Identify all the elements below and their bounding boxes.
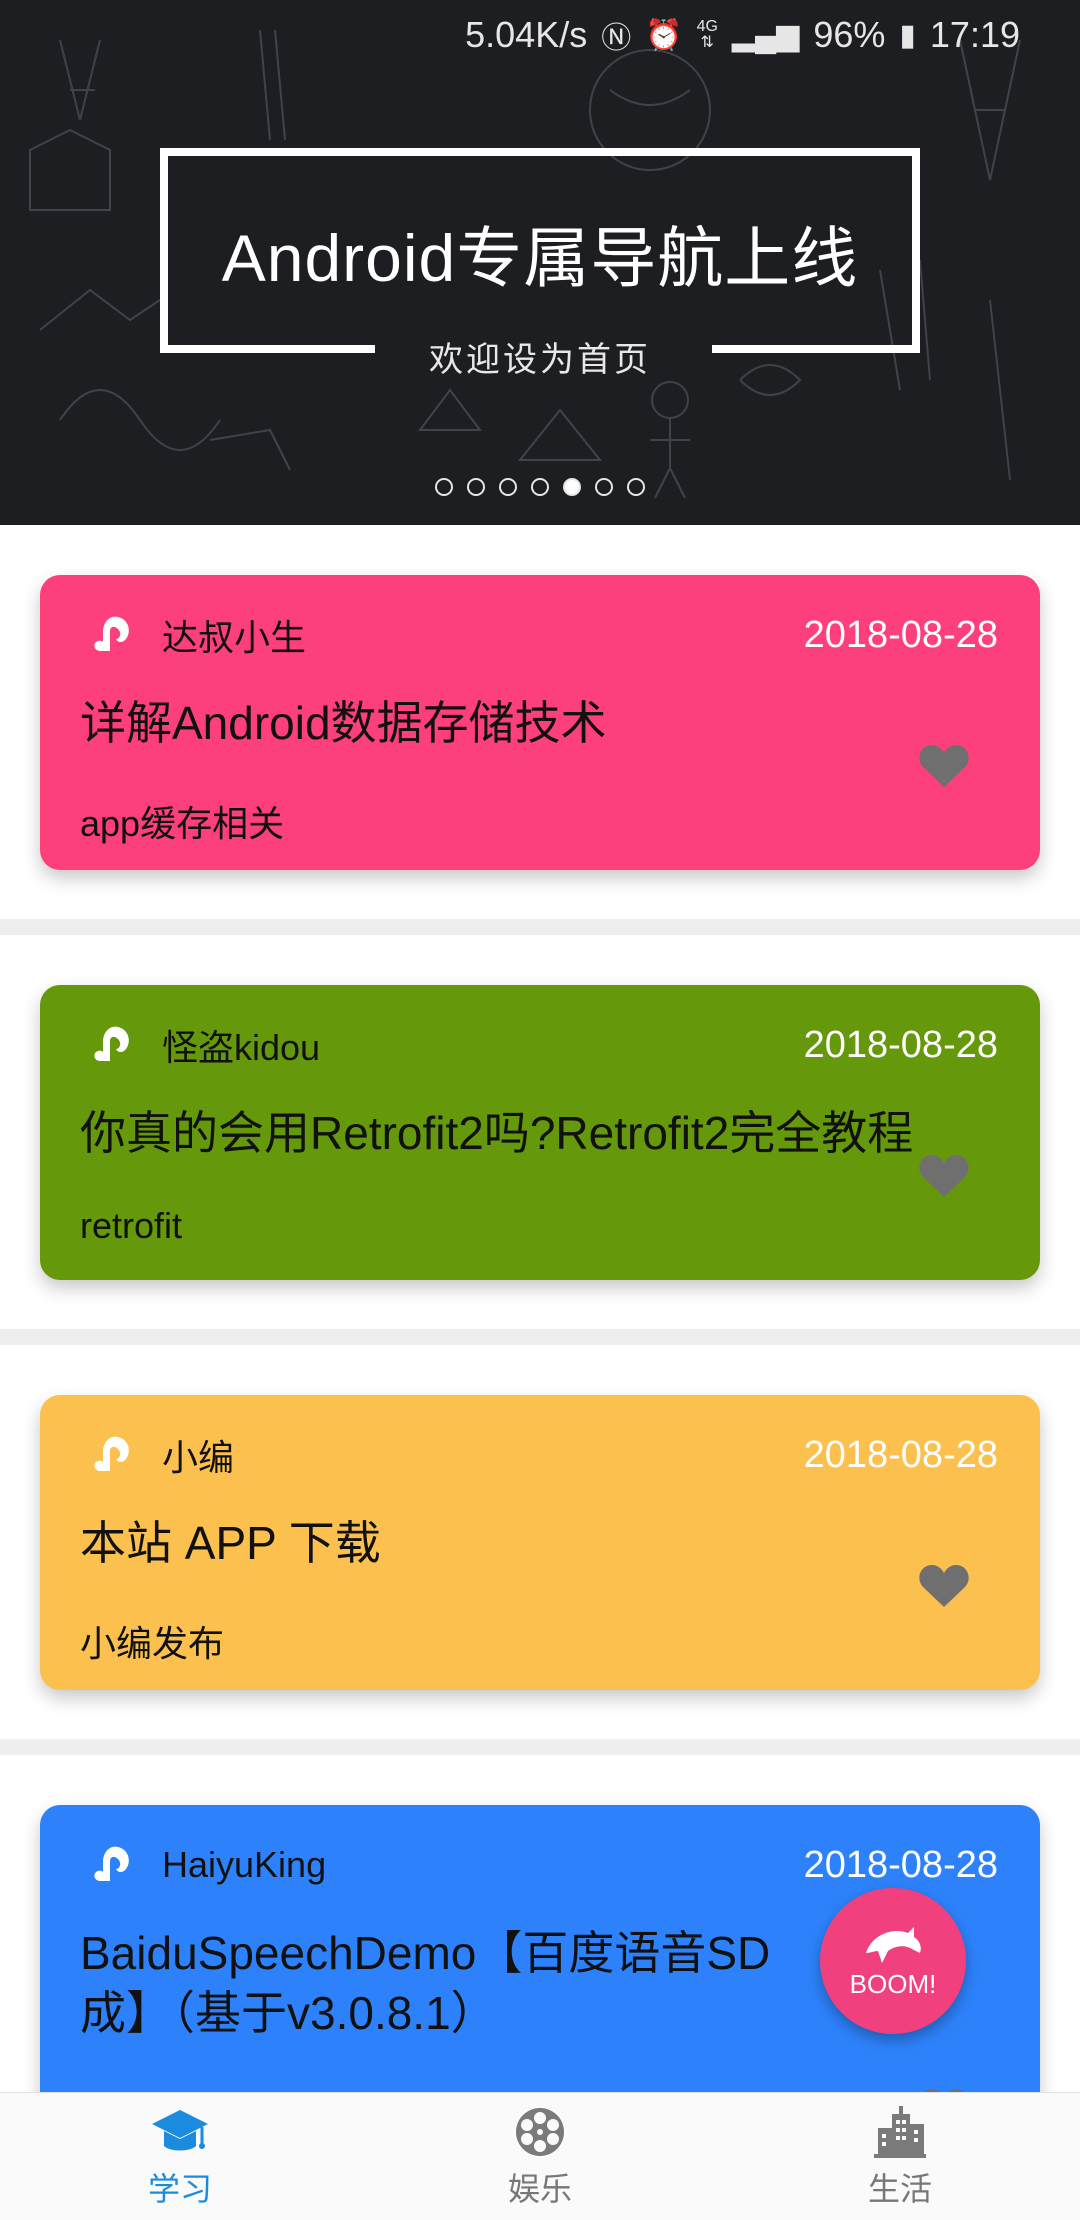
post-date: 2018-08-28 <box>803 1023 998 1066</box>
boom-fab-button[interactable]: BOOM! <box>820 1888 966 2034</box>
favorite-heart-icon[interactable] <box>918 1563 970 1609</box>
hero-banner[interactable]: 5.04K/s Ⓝ ⏰ 4G ⇅ ▂▄▆ 96% ▮ 17:19 Android专… <box>0 0 1080 525</box>
nav-tab-life[interactable]: 生活 <box>720 2093 1080 2220</box>
post-date: 2018-08-28 <box>803 613 998 656</box>
article-title: 详解Android数据存储技术 <box>80 697 607 749</box>
carousel-indicator <box>0 478 1080 496</box>
film-reel-icon <box>516 2107 564 2156</box>
city-icon <box>874 2105 926 2158</box>
signal-icon: ▂▄▆ <box>731 18 800 52</box>
carousel-dot[interactable] <box>531 478 549 496</box>
carousel-dot-active[interactable] <box>563 478 581 496</box>
clock: 17:19 <box>929 14 1020 55</box>
banner-frame-line-right <box>712 345 920 353</box>
card-divider <box>0 1739 1080 1755</box>
author-name: HaiyuKing <box>162 1844 327 1885</box>
nfc-icon: Ⓝ <box>601 22 632 55</box>
battery-level: 96% <box>813 14 886 55</box>
carousel-dot[interactable] <box>627 478 645 496</box>
alarm-icon: ⏰ <box>645 18 683 52</box>
favorite-heart-icon[interactable] <box>918 1153 970 1199</box>
article-tag: retrofit <box>80 1205 183 1246</box>
fab-label: BOOM! <box>849 1968 937 1999</box>
banner-subtitle: 欢迎设为首页 <box>429 340 651 380</box>
article-card-wrap: 怪盗kidou 2018-08-28 你真的会用Retrofit2吗?Retro… <box>0 935 1080 1345</box>
article-title: 本站 APP 下载 <box>80 1517 381 1569</box>
squirrel-icon <box>94 1846 129 1881</box>
carousel-dot[interactable] <box>595 478 613 496</box>
card-divider <box>0 1329 1080 1345</box>
carousel-dot[interactable] <box>499 478 517 496</box>
post-date: 2018-08-28 <box>803 1433 998 1476</box>
graduation-cap-icon <box>152 2109 208 2150</box>
article-card[interactable]: 怪盗kidou 2018-08-28 你真的会用Retrofit2吗?Retro… <box>40 985 1040 1280</box>
banner-title: Android专属导航上线 <box>221 221 859 295</box>
article-tag: app缓存相关 <box>80 803 285 844</box>
nav-tab-entertainment[interactable]: 娱乐 <box>360 2093 720 2220</box>
squirrel-icon <box>94 1026 129 1061</box>
article-card[interactable]: 小编 2018-08-28 本站 APP 下载 小编发布 <box>40 1395 1040 1690</box>
battery-icon: ▮ <box>899 18 916 52</box>
dolphin-icon <box>866 1926 921 1963</box>
author-name: 小编 <box>162 1437 235 1478</box>
article-card-wrap: 达叔小生 2018-08-28 详解Android数据存储技术 app缓存相关 <box>0 525 1080 935</box>
article-card[interactable]: 达叔小生 2018-08-28 详解Android数据存储技术 app缓存相关 <box>40 575 1040 870</box>
author-name: 达叔小生 <box>162 617 307 658</box>
squirrel-icon <box>94 1436 129 1471</box>
author-name: 怪盗kidou <box>162 1027 321 1068</box>
article-card-wrap: 小编 2018-08-28 本站 APP 下载 小编发布 <box>0 1345 1080 1755</box>
4g-data-icon: 4G ⇅ <box>696 18 718 51</box>
network-speed: 5.04K/s <box>465 14 588 55</box>
status-bar: 5.04K/s Ⓝ ⏰ 4G ⇅ ▂▄▆ 96% ▮ 17:19 <box>465 10 1020 60</box>
post-date: 2018-08-28 <box>803 1843 998 1886</box>
article-title: 你真的会用Retrofit2吗?Retrofit2完全教程 <box>80 1107 914 1159</box>
carousel-dot[interactable] <box>435 478 453 496</box>
bottom-navigation: 学习 娱乐 生活 <box>0 2092 1080 2220</box>
banner-frame-line-left <box>160 345 375 353</box>
nav-label: 生活 <box>867 2169 932 2208</box>
squirrel-icon <box>94 616 129 651</box>
favorite-heart-icon[interactable] <box>918 743 970 789</box>
nav-tab-study[interactable]: 学习 <box>0 2093 360 2220</box>
carousel-dot[interactable] <box>467 478 485 496</box>
nav-label: 娱乐 <box>507 2169 572 2208</box>
article-tag: 小编发布 <box>80 1623 225 1664</box>
nav-label: 学习 <box>147 2169 212 2208</box>
card-divider <box>0 919 1080 935</box>
